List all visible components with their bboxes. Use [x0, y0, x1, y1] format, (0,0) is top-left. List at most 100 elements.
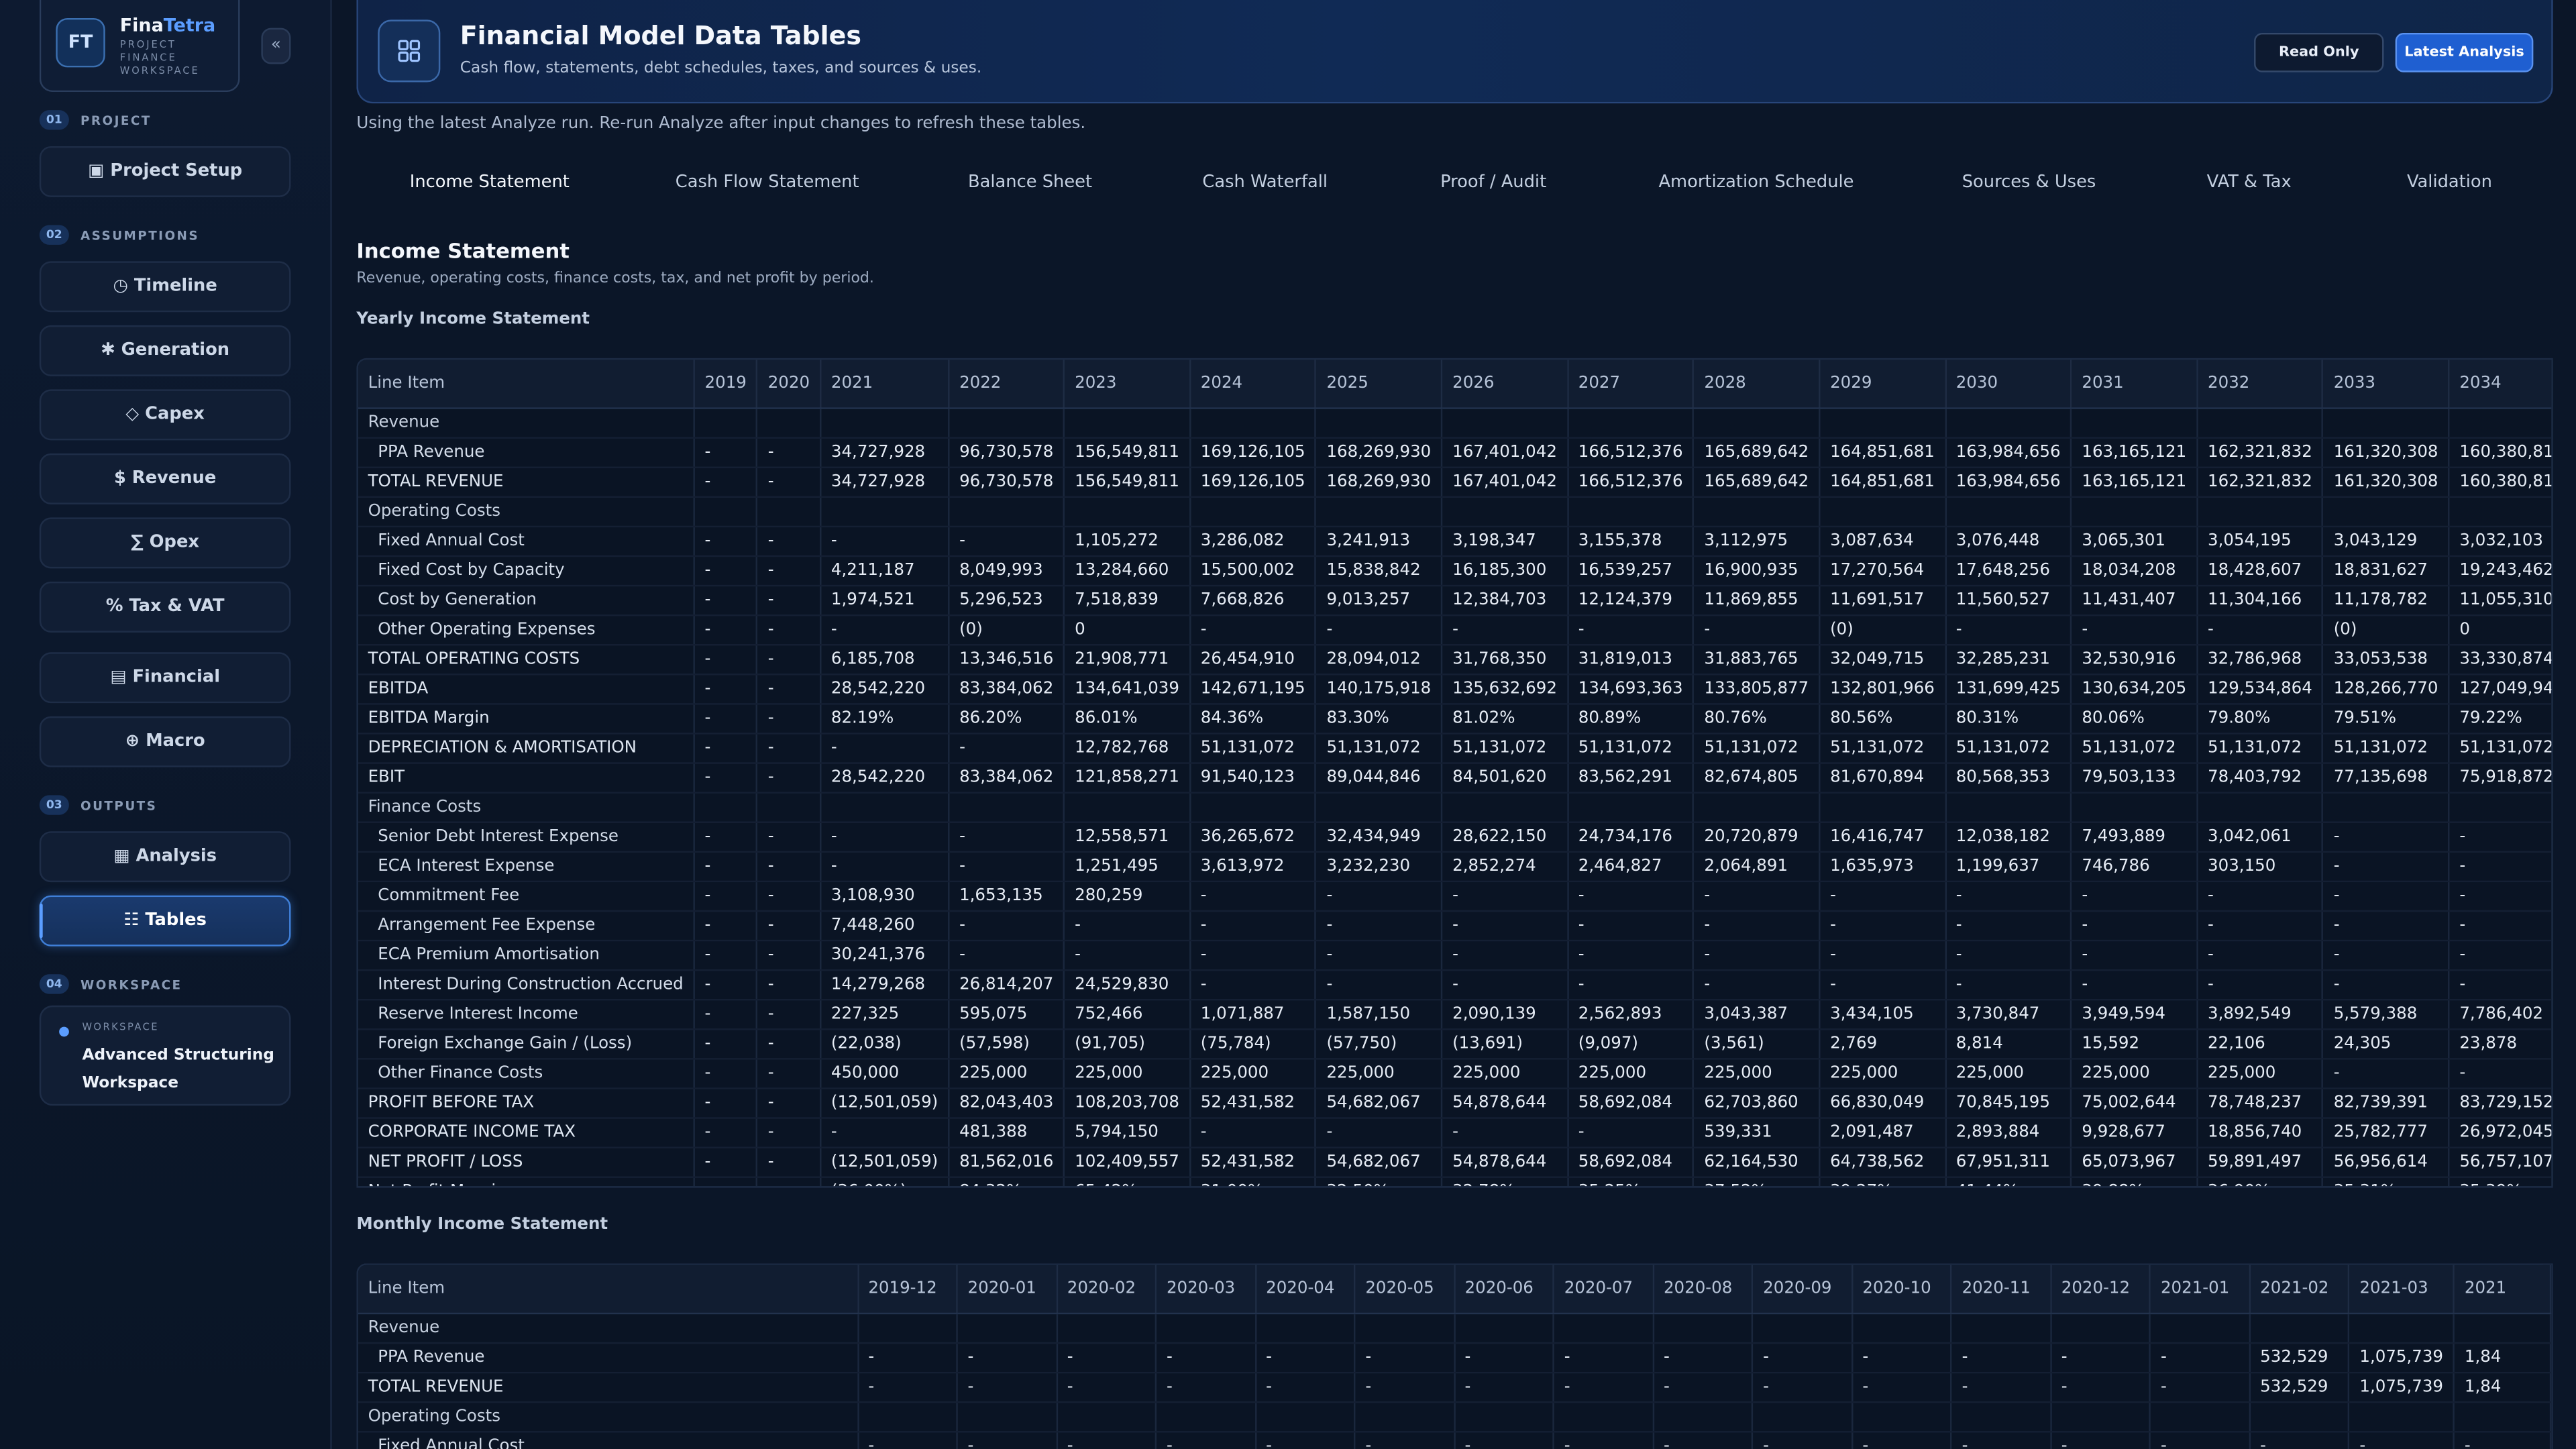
tab-cash-waterfall[interactable]: Cash Waterfall	[1202, 172, 1328, 192]
table-cell: -	[2449, 1059, 2552, 1089]
column-header-period[interactable]: 2020-06	[1454, 1265, 1555, 1315]
column-header-period[interactable]: 2032	[2197, 360, 2324, 409]
sidebar-item-project-setup[interactable]: ▣ Project Setup	[39, 146, 291, 197]
row-label: Arrangement Fee Expense	[358, 910, 695, 942]
sidebar-item-opex[interactable]: ∑ Opex	[39, 517, 291, 569]
table-cell: -	[2197, 970, 2324, 1001]
column-header-period[interactable]: 2021	[2453, 1265, 2552, 1315]
table-cell	[757, 792, 822, 823]
table-cell: -	[820, 851, 950, 883]
table-cell: 481,388	[949, 1118, 1065, 1148]
column-header-period[interactable]: 2020-02	[1056, 1265, 1157, 1315]
table-cell	[2249, 1402, 2350, 1433]
sidebar-item-macro[interactable]: ⊕ Macro	[39, 716, 291, 767]
column-header-period[interactable]: 2020-04	[1255, 1265, 1356, 1315]
tab-cash-flow-statement[interactable]: Cash Flow Statement	[676, 172, 859, 192]
table-cell: -	[2453, 1432, 2552, 1449]
column-header-period[interactable]: 2033	[2322, 360, 2450, 409]
table-cell: 129,534,864	[2197, 674, 2324, 705]
column-header-line-item[interactable]: Line Item	[358, 1265, 859, 1315]
column-header-period[interactable]: 2034	[2449, 360, 2552, 409]
column-header-period[interactable]: 2020-08	[1653, 1265, 1754, 1315]
table-cell	[820, 496, 950, 528]
section-label: PROJECT	[80, 112, 152, 127]
column-header-period[interactable]: 2020-09	[1752, 1265, 1853, 1315]
table-cell	[1454, 1402, 1555, 1433]
table-cell: -	[694, 555, 759, 587]
sidebar-item-tables[interactable]: ☷ Tables	[39, 895, 291, 947]
column-header-period[interactable]: 2021-01	[2150, 1265, 2251, 1315]
table-cell: 51,131,072	[2449, 733, 2552, 764]
yearly-income-table[interactable]: Line Item 2019 2020 2021 2022 2023 2024 2025 202…	[356, 358, 2553, 1188]
column-header-period[interactable]: 2019-12	[857, 1265, 958, 1315]
column-header-period[interactable]: 2022	[949, 360, 1065, 409]
table-row: ECA Premium Amortisation - -30,241,376- - - -…	[358, 941, 2552, 971]
table-cell	[957, 1313, 1058, 1344]
column-header-period[interactable]: 2021-03	[2349, 1265, 2455, 1315]
tab-proof-audit[interactable]: Proof / Audit	[1440, 172, 1546, 192]
workspace-card[interactable]: WORKSPACE Advanced Structuring Workspace	[39, 1005, 291, 1106]
column-header-period[interactable]: 2020	[757, 360, 822, 409]
column-header-period[interactable]: 2031	[2071, 360, 2198, 409]
column-header-period[interactable]: 2020-01	[957, 1265, 1058, 1315]
read-only-button[interactable]: Read Only	[2254, 32, 2384, 72]
table-cell: 22,106	[2197, 1029, 2324, 1060]
tab-balance-sheet[interactable]: Balance Sheet	[968, 172, 1092, 192]
table-cell: 24,529,830	[1064, 970, 1191, 1001]
table-cell: -	[1567, 881, 1695, 912]
table-cell: 32.78%	[1442, 1177, 1569, 1187]
tab-income-statement[interactable]: Income Statement	[410, 172, 570, 192]
table-cell	[2050, 1313, 2151, 1344]
column-header-period[interactable]: 2020-03	[1156, 1265, 1256, 1315]
sidebar-item-capex[interactable]: ◇ Capex	[39, 389, 291, 441]
table-cell: 82,739,391	[2322, 1088, 2450, 1119]
sidebar-item-analysis[interactable]: ▦ Analysis	[39, 831, 291, 883]
sidebar-item-timeline[interactable]: ◷ Timeline	[39, 261, 291, 313]
column-header-line-item[interactable]: Line Item	[358, 360, 695, 409]
table-cell: 32,530,916	[2071, 645, 2198, 676]
table-cell: 82.19%	[820, 704, 950, 735]
table-cell	[1752, 1402, 1853, 1433]
column-header-period[interactable]: 2028	[1693, 360, 1821, 409]
column-header-period[interactable]: 2020-10	[1851, 1265, 1952, 1315]
table-cell: 225,000	[1442, 1059, 1569, 1089]
collapse-sidebar-button[interactable]: «	[261, 28, 291, 64]
column-header-period[interactable]: 2021	[820, 360, 950, 409]
table-cell: 51,131,072	[1189, 733, 1317, 764]
table-cell: (75,784)	[1189, 1029, 1317, 1060]
table-cell: -	[694, 941, 759, 971]
latest-analysis-button[interactable]: Latest Analysis	[2395, 32, 2534, 72]
table-cell: 3,155,378	[1567, 526, 1695, 557]
column-header-period[interactable]: 2027	[1567, 360, 1695, 409]
tab-validation[interactable]: Validation	[2407, 172, 2492, 192]
table-cell: -	[694, 1059, 759, 1089]
sidebar-item-financial[interactable]: ▤ Financial	[39, 652, 291, 704]
section-label: ASSUMPTIONS	[80, 227, 200, 243]
table-cell: 28,542,220	[820, 674, 950, 705]
table-cell: -	[1553, 1373, 1654, 1403]
sidebar-item-tax-vat[interactable]: % Tax & VAT	[39, 581, 291, 633]
table-cell: (57,750)	[1316, 1029, 1443, 1060]
column-header-period[interactable]: 2020-05	[1354, 1265, 1455, 1315]
column-header-period[interactable]: 2019	[694, 360, 759, 409]
tab-amortization-schedule[interactable]: Amortization Schedule	[1658, 172, 1854, 192]
tab-vat-tax[interactable]: VAT & Tax	[2207, 172, 2292, 192]
table-cell: 163,984,656	[1945, 437, 2072, 468]
sidebar-item-revenue[interactable]: $ Revenue	[39, 453, 291, 504]
column-header-period[interactable]: 2020-11	[1951, 1265, 2052, 1315]
column-header-period[interactable]: 2025	[1316, 360, 1443, 409]
column-header-period[interactable]: 2030	[1945, 360, 2072, 409]
column-header-period[interactable]: 2026	[1442, 360, 1569, 409]
table-cell: -	[1189, 910, 1317, 942]
table-cell: -	[1156, 1373, 1256, 1403]
column-header-period[interactable]: 2021-02	[2249, 1265, 2350, 1315]
column-header-period[interactable]: 2023	[1064, 360, 1191, 409]
column-header-period[interactable]: 2020-12	[2050, 1265, 2151, 1315]
column-header-period[interactable]: 2029	[1819, 360, 1947, 409]
tab-sources-uses[interactable]: Sources & Uses	[1962, 172, 2096, 192]
table-cell: -	[1653, 1373, 1754, 1403]
sidebar-item-generation[interactable]: ✱ Generation	[39, 325, 291, 376]
monthly-income-table[interactable]: Line Item 2019-12 2020-01 2020-02 2020-03 202…	[356, 1263, 2553, 1449]
column-header-period[interactable]: 2020-07	[1553, 1265, 1654, 1315]
column-header-period[interactable]: 2024	[1189, 360, 1317, 409]
